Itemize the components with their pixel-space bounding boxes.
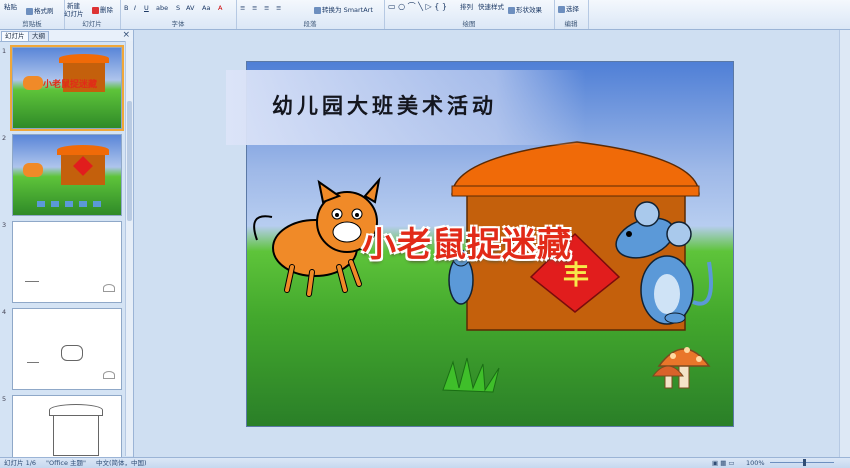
align-right-button[interactable]: ≡	[264, 4, 269, 12]
ribbon: 粘贴 格式刷 剪贴板 新建 幻灯片 删除 幻灯片 B I U abe S AV …	[0, 0, 850, 30]
thumbnail-number: 4	[2, 308, 7, 316]
case-button[interactable]: Aa	[202, 4, 210, 12]
editing-group: 选择 编辑	[554, 0, 589, 29]
select-button[interactable]: 选择	[558, 3, 579, 13]
paste-button[interactable]: 粘贴	[4, 1, 17, 11]
thumbnail-number: 3	[2, 221, 7, 229]
slide-big-title[interactable]: 小老鼠捉迷藏	[362, 217, 572, 266]
convert-smartart-button[interactable]: 转换为 SmartArt	[314, 4, 373, 14]
shadow-button[interactable]: S	[176, 4, 180, 12]
main-scrollbar[interactable]	[839, 30, 850, 457]
char-spacing-button[interactable]: AV	[186, 4, 194, 12]
arrange-button[interactable]: 排列	[460, 1, 473, 11]
smartart-icon	[314, 6, 321, 14]
cat-character	[253, 176, 381, 297]
shape-effects-button[interactable]: 形状效果	[508, 4, 542, 14]
cursor-icon	[558, 5, 565, 13]
thumbnail-image	[12, 134, 122, 216]
shapes-gallery[interactable]: ▭ ○ ⌒ ╲ ▷ { }	[388, 1, 447, 12]
slides-group: 新建 幻灯片 删除 幻灯片	[64, 0, 121, 29]
align-left-button[interactable]: ≡	[240, 4, 245, 12]
pane-scrollbar[interactable]	[125, 41, 133, 456]
house-eave	[451, 185, 700, 197]
thumbnail-image: 小老鼠捉迷藏	[10, 45, 124, 131]
close-pane-icon[interactable]: ×	[122, 30, 130, 40]
editing-label: 编辑	[564, 20, 578, 28]
format-painter-button[interactable]: 格式刷	[26, 5, 54, 15]
paragraph-group: ≡ ≡ ≡ ≡ 转换为 SmartArt 段落	[236, 0, 385, 29]
underline-button[interactable]: U	[144, 4, 149, 12]
quick-styles-button[interactable]: 快速样式	[478, 1, 504, 11]
status-bar: 幻灯片 1/6 "Office 主题" 中文(简体，中国) ▣ ▦ ▭ 100%	[0, 457, 850, 468]
tab-slides[interactable]: 幻灯片	[1, 31, 29, 41]
italic-button[interactable]: I	[134, 4, 136, 12]
justify-button[interactable]: ≡	[276, 4, 281, 12]
font-color-button[interactable]: A	[218, 4, 222, 12]
slide-title[interactable]: 幼儿园大班美术活动	[272, 90, 497, 120]
align-center-button[interactable]: ≡	[252, 4, 257, 12]
delete-icon	[92, 6, 99, 14]
paragraph-label: 段落	[303, 20, 317, 28]
grass-tuft	[442, 357, 500, 393]
zoom-slider[interactable]	[770, 462, 834, 463]
thumbnail-image	[12, 308, 122, 390]
delete-slide-button[interactable]: 删除	[92, 4, 113, 14]
thumbnail-number: 1	[2, 47, 7, 55]
thumbnail-image	[12, 221, 122, 303]
brush-icon	[26, 7, 33, 15]
thumbnail-number: 5	[2, 395, 7, 403]
pane-tabs: 幻灯片 大纲 ×	[0, 30, 133, 42]
thumbnail-number: 2	[2, 134, 7, 142]
tab-outline[interactable]: 大纲	[28, 31, 49, 41]
pane-scrollbar-thumb[interactable]	[127, 101, 132, 221]
drawing-group: ▭ ○ ⌒ ╲ ▷ { } 排列 快速样式 形状效果 绘图	[384, 0, 555, 29]
effects-icon	[508, 6, 515, 14]
clipboard-label: 剪贴板	[22, 20, 42, 28]
bold-button[interactable]: B	[124, 4, 128, 12]
new-slide-label: 幻灯片	[64, 10, 84, 18]
font-group: B I U abe S AV Aa A 字体	[120, 0, 237, 29]
zoom-slider-thumb[interactable]	[803, 459, 806, 466]
slides-label: 幻灯片	[82, 20, 102, 28]
drawing-label: 绘图	[462, 20, 476, 28]
slides-pane: 幻灯片 大纲 × 1 小老鼠捉迷藏 2 3 4 5	[0, 30, 134, 459]
mushrooms	[651, 347, 711, 389]
strikethrough-button[interactable]: abe	[156, 4, 168, 12]
font-label: 字体	[171, 20, 185, 28]
thumbnail-image	[12, 395, 122, 459]
clipboard-group: 粘贴 格式刷 剪贴板	[0, 0, 65, 29]
